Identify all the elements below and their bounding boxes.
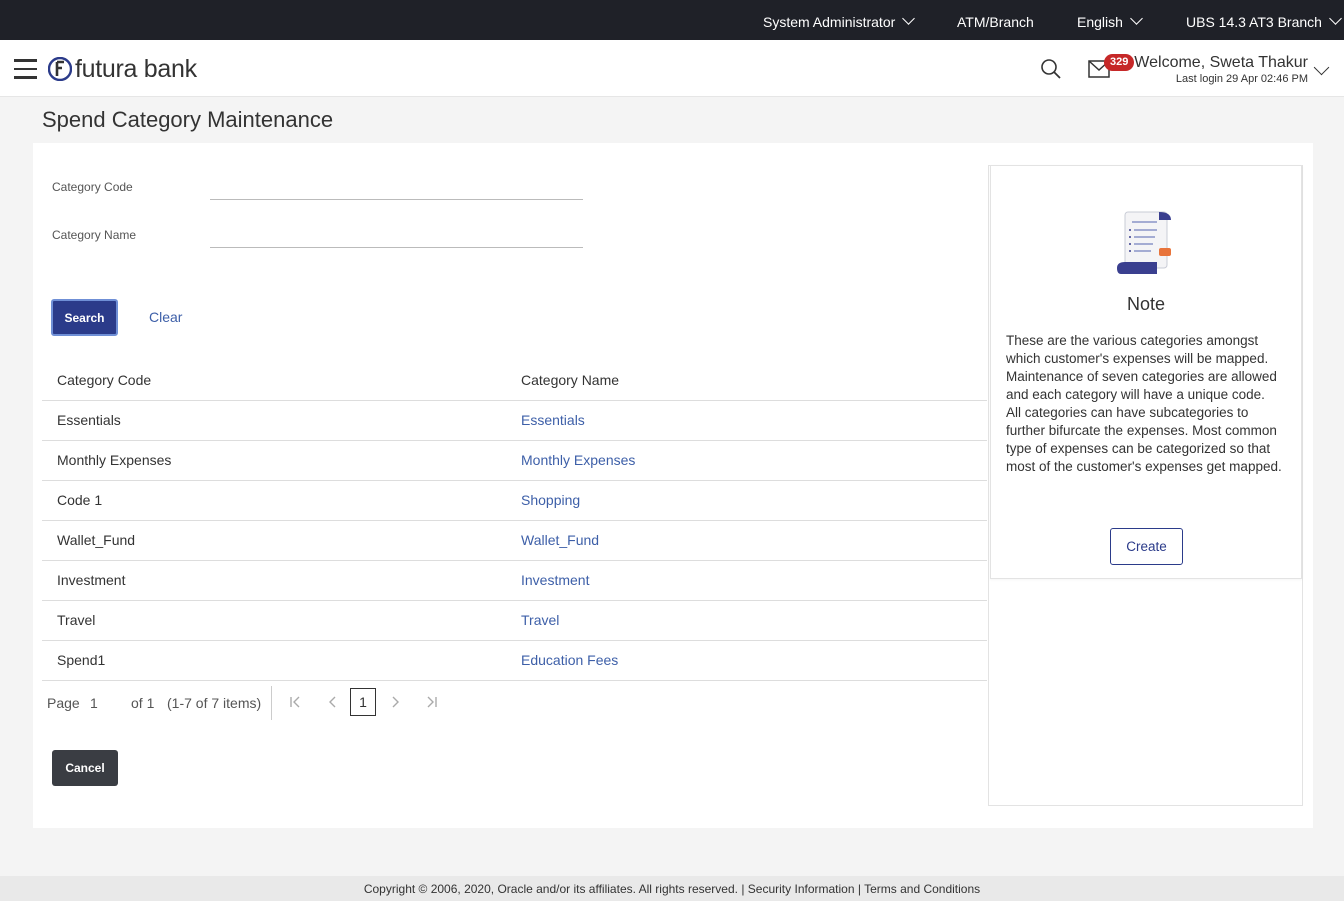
pagination-divider <box>271 686 272 720</box>
page-number-input[interactable]: 1 <box>90 695 98 711</box>
category-code-cell: Investment <box>42 560 506 601</box>
category-code-cell: Code 1 <box>42 480 506 521</box>
table-row: Wallet_Fund Wallet_Fund <box>42 520 987 561</box>
note-card: Note These are the various categories am… <box>990 165 1302 579</box>
pagination: Page 1 of 1 (1-7 of 7 items) 1 <box>42 682 462 722</box>
category-name-link[interactable]: Shopping <box>506 480 987 521</box>
category-code-label: Category Code <box>52 180 133 194</box>
copyright-text: Copyright © 2006, 2020, Oracle and/or it… <box>363 882 738 896</box>
current-page-button[interactable]: 1 <box>350 688 376 716</box>
role-label: System Administrator <box>763 14 896 30</box>
chevron-down-icon <box>902 12 916 25</box>
search-button[interactable]: Search <box>51 299 118 336</box>
search-icon[interactable] <box>1040 58 1062 80</box>
page-title: Spend Category Maintenance <box>42 107 334 132</box>
cancel-button[interactable]: Cancel <box>52 750 118 786</box>
column-header-category-name: Category Name <box>506 360 987 401</box>
category-name-link[interactable]: Investment <box>506 560 987 601</box>
last-login-text: Last login 29 Apr 02:46 PM <box>1175 73 1308 85</box>
chevron-down-icon <box>1130 12 1143 25</box>
category-code-cell: Monthly Expenses <box>42 440 506 481</box>
category-name-label: Category Name <box>52 228 137 242</box>
top-bar: System Administrator ATM/Branch English … <box>0 0 1344 40</box>
category-code-cell: Spend1 <box>42 640 506 681</box>
first-page-icon[interactable] <box>288 694 302 710</box>
atm-branch-link[interactable]: ATM/Branch <box>957 0 1034 40</box>
hamburger-menu-icon[interactable] <box>14 59 37 79</box>
category-code-input[interactable] <box>210 176 583 200</box>
category-name-link[interactable]: Education Fees <box>506 640 987 681</box>
role-dropdown[interactable]: System Administrator <box>763 0 916 40</box>
category-table: Category Code Category Name Essentials E… <box>42 360 987 681</box>
category-code-cell: Essentials <box>42 400 506 441</box>
user-chevron-down-icon[interactable] <box>1313 59 1330 76</box>
previous-page-icon[interactable] <box>325 694 339 710</box>
table-row: Essentials Essentials <box>42 400 987 441</box>
mail-count-badge: 329 <box>1104 54 1135 71</box>
column-header-category-code: Category Code <box>42 360 506 401</box>
footer: Copyright © 2006, 2020, Oracle and/or it… <box>0 876 1344 901</box>
terms-and-conditions-link[interactable]: Terms and Conditions <box>864 882 980 896</box>
category-name-link[interactable]: Monthly Expenses <box>506 440 987 481</box>
note-paragraph: These are the various categories amongst… <box>1006 333 1277 402</box>
category-name-link[interactable]: Travel <box>506 600 987 641</box>
security-information-link[interactable]: Security Information <box>748 882 855 896</box>
category-name-link[interactable]: Essentials <box>506 400 987 441</box>
next-page-icon[interactable] <box>389 694 403 710</box>
table-row: Travel Travel <box>42 600 987 641</box>
user-info[interactable]: Welcome, Sweta Thakur Last login 29 Apr … <box>1134 54 1308 86</box>
chevron-down-icon <box>1329 12 1342 25</box>
welcome-text: Welcome, Sweta Thakur <box>1134 54 1308 71</box>
table-header-row: Category Code Category Name <box>42 360 987 401</box>
branch-label: UBS 14.3 AT3 Branch <box>1186 14 1322 30</box>
note-document-icon <box>1117 211 1171 274</box>
last-page-icon[interactable] <box>425 694 439 710</box>
header: futura bank 329 Welcome, Sweta Thakur La… <box>0 40 1344 97</box>
category-code-cell: Travel <box>42 600 506 641</box>
category-code-cell: Wallet_Fund <box>42 520 506 561</box>
table-row: Monthly Expenses Monthly Expenses <box>42 440 987 481</box>
branch-dropdown[interactable]: UBS 14.3 AT3 Branch <box>1186 0 1342 40</box>
note-title: Note <box>1126 294 1166 314</box>
items-count-label: (1-7 of 7 items) <box>167 695 262 711</box>
clear-button[interactable]: Clear <box>149 309 182 325</box>
page-label: Page <box>47 695 80 711</box>
table-row: Spend1 Education Fees <box>42 640 987 681</box>
page-of-label: of 1 <box>131 695 155 711</box>
table-row: Investment Investment <box>42 560 987 601</box>
language-label: English <box>1077 14 1123 30</box>
logo-text: futura bank <box>75 55 197 83</box>
category-name-input[interactable] <box>210 224 583 248</box>
create-button[interactable]: Create <box>1110 528 1183 565</box>
category-name-link[interactable]: Wallet_Fund <box>506 520 987 561</box>
language-dropdown[interactable]: English <box>1077 0 1143 40</box>
note-paragraph: All categories can have subcategories to… <box>1006 405 1282 474</box>
table-row: Code 1 Shopping <box>42 480 987 521</box>
futura-logo-icon <box>48 57 72 81</box>
note-text: These are the various categories amongst… <box>1006 332 1291 476</box>
